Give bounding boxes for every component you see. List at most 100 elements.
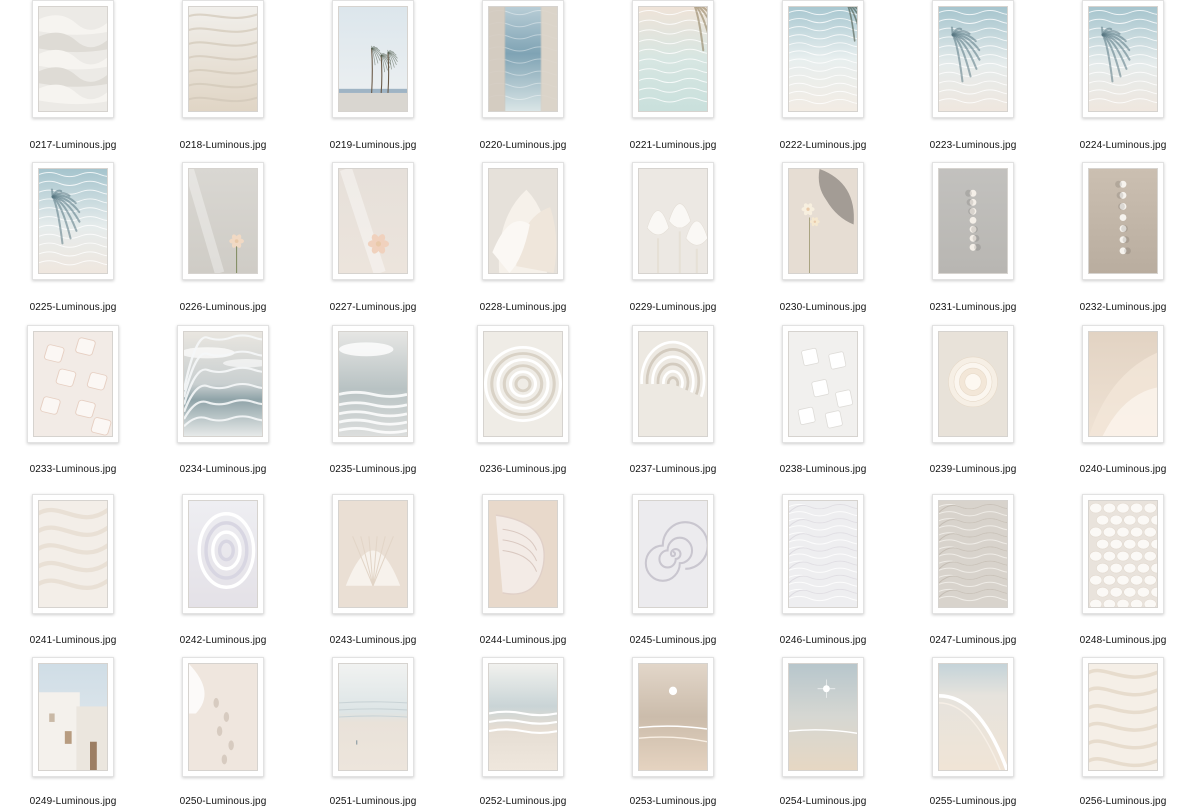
file-name-label[interactable]: 0239-Luminous.jpg: [898, 464, 1048, 475]
thumbnail-image: [638, 500, 708, 608]
file-name-label[interactable]: 0243-Luminous.jpg: [298, 635, 448, 646]
file-name-label[interactable]: 0233-Luminous.jpg: [0, 464, 148, 475]
file-thumbnail[interactable]: [182, 494, 264, 614]
file-name-label[interactable]: 0251-Luminous.jpg: [298, 796, 448, 807]
file-thumbnail[interactable]: [782, 657, 864, 777]
thumbnail-image: [638, 168, 708, 274]
file-name-label[interactable]: 0241-Luminous.jpg: [0, 635, 148, 646]
file-thumbnail[interactable]: [177, 325, 269, 443]
file-name-label[interactable]: 0227-Luminous.jpg: [298, 302, 448, 313]
thumbnail-image: [938, 6, 1008, 112]
file-name-label[interactable]: 0235-Luminous.jpg: [298, 464, 448, 475]
file-thumbnail[interactable]: [332, 325, 414, 443]
file-thumbnail[interactable]: [932, 494, 1014, 614]
file-thumbnail[interactable]: [482, 0, 564, 118]
thumbnail-image: [788, 331, 858, 437]
thumbnail-image: [338, 331, 408, 437]
file-thumbnail[interactable]: [1082, 657, 1164, 777]
file-name-label[interactable]: 0228-Luminous.jpg: [448, 302, 598, 313]
file-thumbnail[interactable]: [932, 0, 1014, 118]
file-name-label[interactable]: 0229-Luminous.jpg: [598, 302, 748, 313]
thumbnail-image: [788, 663, 858, 771]
thumbnail-image: [638, 331, 708, 437]
file-thumbnail[interactable]: [1082, 0, 1164, 118]
thumbnail-image: [638, 6, 708, 112]
file-thumbnail[interactable]: [1082, 162, 1164, 280]
thumbnail-image: [938, 500, 1008, 608]
file-name-label[interactable]: 0217-Luminous.jpg: [0, 140, 148, 151]
file-thumbnail[interactable]: [482, 162, 564, 280]
file-thumbnail[interactable]: [782, 494, 864, 614]
file-thumbnail[interactable]: [332, 494, 414, 614]
file-name-label[interactable]: 0232-Luminous.jpg: [1048, 302, 1198, 313]
file-thumbnail[interactable]: [932, 657, 1014, 777]
thumbnail-image: [1088, 168, 1158, 274]
file-thumbnail[interactable]: [182, 657, 264, 777]
file-name-label[interactable]: 0255-Luminous.jpg: [898, 796, 1048, 807]
file-name-label[interactable]: 0248-Luminous.jpg: [1048, 635, 1198, 646]
thumbnail-image: [38, 168, 108, 274]
file-name-label[interactable]: 0222-Luminous.jpg: [748, 140, 898, 151]
file-name-label[interactable]: 0238-Luminous.jpg: [748, 464, 898, 475]
file-name-label[interactable]: 0225-Luminous.jpg: [0, 302, 148, 313]
file-thumbnail[interactable]: [632, 162, 714, 280]
thumbnail-image: [188, 500, 258, 608]
file-name-label[interactable]: 0219-Luminous.jpg: [298, 140, 448, 151]
file-thumbnail[interactable]: [932, 325, 1014, 443]
file-thumbnail[interactable]: [782, 325, 864, 443]
file-name-label[interactable]: 0226-Luminous.jpg: [148, 302, 298, 313]
file-thumbnail[interactable]: [32, 494, 114, 614]
file-name-label[interactable]: 0218-Luminous.jpg: [148, 140, 298, 151]
file-thumbnail[interactable]: [632, 657, 714, 777]
file-thumbnail[interactable]: [632, 0, 714, 118]
file-thumbnail[interactable]: [932, 162, 1014, 280]
file-name-label[interactable]: 0242-Luminous.jpg: [148, 635, 298, 646]
file-thumbnail[interactable]: [632, 325, 714, 443]
file-thumbnail[interactable]: [332, 0, 414, 118]
file-thumbnail[interactable]: [182, 0, 264, 118]
file-name-label[interactable]: 0221-Luminous.jpg: [598, 140, 748, 151]
file-name-label[interactable]: 0253-Luminous.jpg: [598, 796, 748, 807]
file-thumbnail[interactable]: [1082, 494, 1164, 614]
file-name-label[interactable]: 0231-Luminous.jpg: [898, 302, 1048, 313]
file-name-label[interactable]: 0247-Luminous.jpg: [898, 635, 1048, 646]
thumbnail-image: [938, 663, 1008, 771]
file-thumbnail[interactable]: [482, 494, 564, 614]
file-thumbnail[interactable]: [332, 657, 414, 777]
file-thumbnail[interactable]: [182, 162, 264, 280]
file-thumbnail[interactable]: [477, 325, 569, 443]
file-name-label[interactable]: 0230-Luminous.jpg: [748, 302, 898, 313]
file-thumbnail[interactable]: [1082, 325, 1164, 443]
file-name-label[interactable]: 0236-Luminous.jpg: [448, 464, 598, 475]
file-thumbnail[interactable]: [782, 0, 864, 118]
file-name-label[interactable]: 0220-Luminous.jpg: [448, 140, 598, 151]
file-thumbnail[interactable]: [482, 657, 564, 777]
file-thumbnail[interactable]: [782, 162, 864, 280]
file-thumbnail[interactable]: [332, 162, 414, 280]
file-name-label[interactable]: 0254-Luminous.jpg: [748, 796, 898, 807]
file-thumbnail[interactable]: [27, 325, 119, 443]
file-name-label[interactable]: 0245-Luminous.jpg: [598, 635, 748, 646]
file-name-label[interactable]: 0250-Luminous.jpg: [148, 796, 298, 807]
file-thumbnail[interactable]: [32, 162, 114, 280]
file-thumbnail[interactable]: [32, 657, 114, 777]
thumbnail-image: [38, 6, 108, 112]
thumbnail-image: [188, 6, 258, 112]
thumbnail-image: [338, 663, 408, 771]
file-name-label[interactable]: 0237-Luminous.jpg: [598, 464, 748, 475]
thumbnail-image: [38, 663, 108, 771]
thumbnail-image: [938, 168, 1008, 274]
file-name-label[interactable]: 0244-Luminous.jpg: [448, 635, 598, 646]
file-name-label[interactable]: 0234-Luminous.jpg: [148, 464, 298, 475]
file-thumbnail[interactable]: [632, 494, 714, 614]
thumbnail-image: [338, 500, 408, 608]
file-name-label[interactable]: 0224-Luminous.jpg: [1048, 140, 1198, 151]
file-name-label[interactable]: 0249-Luminous.jpg: [0, 796, 148, 807]
file-name-label[interactable]: 0240-Luminous.jpg: [1048, 464, 1198, 475]
file-name-label[interactable]: 0252-Luminous.jpg: [448, 796, 598, 807]
thumbnail-image: [188, 663, 258, 771]
file-name-label[interactable]: 0223-Luminous.jpg: [898, 140, 1048, 151]
file-name-label[interactable]: 0246-Luminous.jpg: [748, 635, 898, 646]
file-name-label[interactable]: 0256-Luminous.jpg: [1048, 796, 1198, 807]
file-thumbnail[interactable]: [32, 0, 114, 118]
